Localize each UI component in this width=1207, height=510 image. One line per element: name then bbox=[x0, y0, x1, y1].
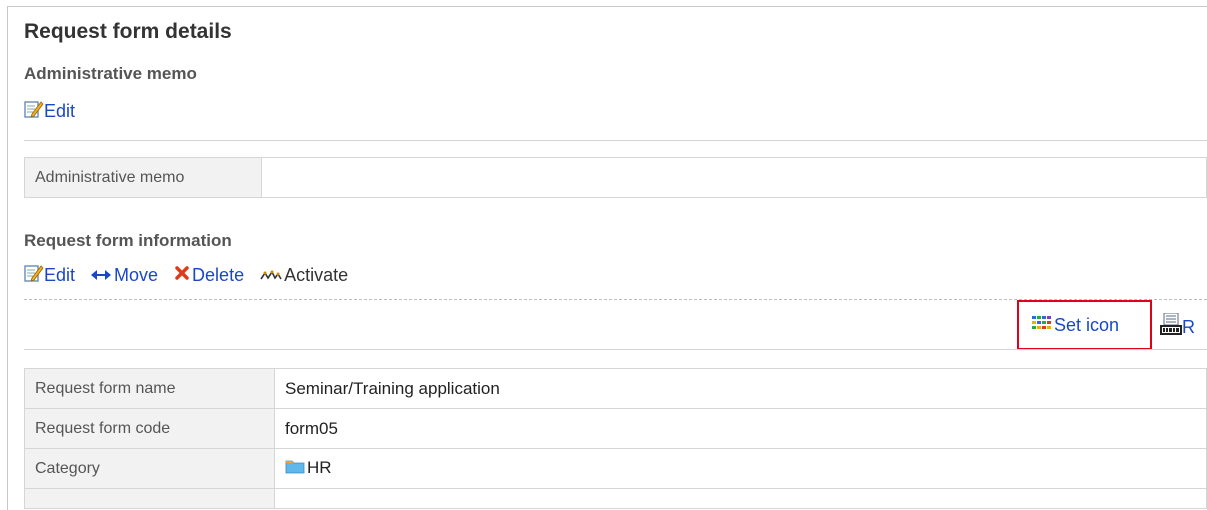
edit-action[interactable]: Edit bbox=[24, 264, 75, 287]
activate-action[interactable]: Activate bbox=[260, 265, 348, 286]
row-value-empty bbox=[274, 488, 1207, 509]
row-label: Request form name bbox=[24, 368, 275, 409]
activate-icon bbox=[260, 265, 282, 286]
category-value: HR bbox=[307, 457, 332, 477]
row-value: form05 bbox=[274, 408, 1207, 449]
admin-memo-edit-link[interactable]: Edit bbox=[44, 101, 75, 122]
set-icon-link[interactable]: Set icon bbox=[1054, 315, 1119, 336]
delete-action[interactable]: Delete bbox=[174, 265, 244, 286]
table-row: Request form code form05 bbox=[24, 408, 1207, 449]
color-grid-icon bbox=[1032, 315, 1052, 335]
r-action[interactable]: R bbox=[1160, 312, 1195, 342]
edit-link[interactable]: Edit bbox=[44, 265, 75, 286]
divider bbox=[24, 140, 1207, 141]
edit-icon bbox=[24, 100, 44, 123]
row-label: Category bbox=[24, 448, 275, 489]
admin-memo-heading: Administrative memo bbox=[24, 64, 197, 83]
divider bbox=[24, 349, 1207, 350]
row-label: Request form code bbox=[24, 408, 275, 449]
table-row: Request form name Seminar/Training appli… bbox=[24, 368, 1207, 409]
folder-icon bbox=[285, 458, 305, 479]
category-value-cell: HR bbox=[274, 448, 1207, 489]
request-info-actions: Edit Move Delete Activate bbox=[24, 264, 364, 287]
edit-icon bbox=[24, 264, 44, 287]
set-icon-highlight: Set icon bbox=[1017, 300, 1152, 350]
admin-memo-table: Administrative memo bbox=[24, 157, 1207, 198]
request-info-heading: Request form information bbox=[24, 231, 232, 250]
admin-memo-edit-link-wrap[interactable]: Edit bbox=[24, 100, 75, 123]
delete-link[interactable]: Delete bbox=[192, 265, 244, 286]
move-arrows-icon bbox=[91, 265, 112, 286]
table-row bbox=[24, 488, 1207, 509]
row-value: Seminar/Training application bbox=[274, 368, 1207, 409]
admin-memo-label: Administrative memo bbox=[24, 157, 262, 198]
move-link[interactable]: Move bbox=[114, 265, 158, 286]
page-title: Request form details bbox=[24, 20, 232, 43]
activate-link[interactable]: Activate bbox=[284, 265, 348, 286]
table-row: Administrative memo bbox=[24, 157, 1207, 198]
move-action[interactable]: Move bbox=[91, 265, 158, 286]
request-form-details-table: Request form name Seminar/Training appli… bbox=[24, 368, 1207, 509]
delete-x-icon bbox=[174, 265, 190, 286]
table-row: Category HR bbox=[24, 448, 1207, 489]
form-code-icon bbox=[1160, 312, 1182, 342]
r-link[interactable]: R bbox=[1182, 317, 1195, 338]
row-label-empty bbox=[24, 488, 275, 509]
admin-memo-value bbox=[261, 157, 1207, 198]
